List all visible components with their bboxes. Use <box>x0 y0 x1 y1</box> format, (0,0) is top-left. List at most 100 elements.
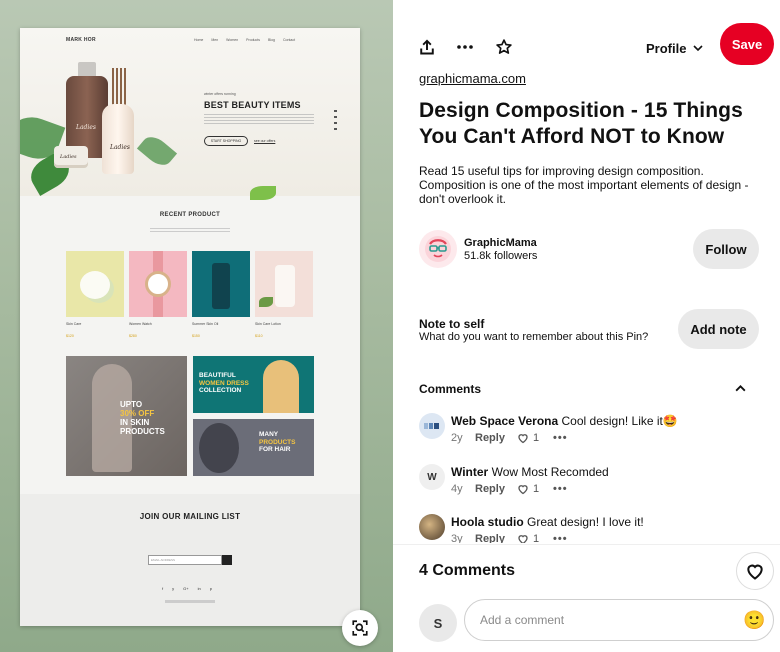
mailing-social: f y G+ in p <box>162 586 212 591</box>
like-count: 1 <box>533 533 540 543</box>
product-card <box>192 251 250 317</box>
commenter-avatar[interactable]: W <box>419 464 445 490</box>
add-note-button[interactable]: Add note <box>678 309 759 349</box>
like-count: 1 <box>533 483 540 495</box>
sale-tile: UPTO 30% OFF IN SKIN PRODUCTS <box>66 356 187 476</box>
comment-text-line: Web Space Verona Cool design! Like it🤩 <box>451 414 678 428</box>
comment-more-button[interactable]: ••• <box>553 533 568 543</box>
comments-list[interactable]: Web Space Verona Cool design! Like it🤩 2… <box>419 405 769 543</box>
brand-label: Ladies <box>110 144 130 151</box>
comment-text-line: Winter Wow Most Recomded <box>451 465 609 479</box>
glasses-avatar-icon <box>425 236 451 262</box>
like-button[interactable]: 1 <box>517 533 553 543</box>
more-options-button[interactable] <box>453 35 477 59</box>
comment-meta: 3y Reply 1 ••• <box>451 533 568 543</box>
author-avatar[interactable] <box>419 230 457 268</box>
product-price: $150 <box>192 334 200 338</box>
comment-text: Great design! I love it! <box>527 515 644 529</box>
product-name: Skin Care Lotion <box>255 322 281 326</box>
comment-author[interactable]: Web Space Verona <box>451 414 558 428</box>
leaf-decoration <box>136 131 178 171</box>
pin-description: Read 15 useful tips for improving design… <box>419 164 749 206</box>
mockup-nav-item: Products <box>246 38 260 42</box>
reply-button[interactable]: Reply <box>475 533 517 543</box>
comment-author[interactable]: Hoola studio <box>451 515 524 529</box>
emoji-button[interactable]: 🙂 <box>743 609 765 631</box>
comment-text: Cool design! Like it🤩 <box>561 414 678 428</box>
like-button[interactable]: 1 <box>517 483 553 495</box>
react-button[interactable] <box>736 552 774 590</box>
model-image <box>263 360 299 413</box>
reply-button[interactable]: Reply <box>475 483 517 495</box>
source-link[interactable]: graphicmama.com <box>419 71 526 86</box>
comment-time: 4y <box>451 483 463 495</box>
product-name: Summer Skin Oil <box>192 322 219 326</box>
author-name[interactable]: GraphicMama <box>464 237 537 249</box>
product-price: $110 <box>255 334 263 338</box>
comment-item: Hoola studio Great design! I love it! 3y… <box>419 506 769 543</box>
comments-collapse-button[interactable] <box>730 378 750 398</box>
comment-author[interactable]: Winter <box>451 465 488 479</box>
product-price: $280 <box>129 334 137 338</box>
product-name: Skin Care <box>66 322 82 326</box>
visual-search-icon <box>352 620 368 636</box>
comment-input-wrapper: 🙂 <box>464 599 774 641</box>
diffuser-sticks <box>112 68 126 108</box>
comments-heading: Comments <box>419 382 482 396</box>
brand-label: Ladies <box>76 124 96 131</box>
product-card <box>129 251 187 317</box>
comment-item: W Winter Wow Most Recomded 4y Reply 1 ••… <box>419 456 769 502</box>
comment-item: Web Space Verona Cool design! Like it🤩 2… <box>419 405 769 451</box>
follow-button[interactable]: Follow <box>693 229 759 269</box>
favorite-button[interactable] <box>492 35 516 59</box>
comment-input[interactable] <box>466 601 736 639</box>
note-title: Note to self <box>419 317 485 331</box>
heart-icon <box>518 535 528 543</box>
hair-tile-text: MANY PRODUCTS FOR HAIR <box>259 431 296 453</box>
visual-search-button[interactable] <box>342 610 378 646</box>
mailing-submit <box>222 555 232 565</box>
comment-time: 3y <box>451 533 463 543</box>
note-subtitle: What do you want to remember about this … <box>419 331 649 343</box>
profile-dropdown[interactable]: Profile <box>646 38 704 58</box>
linkedin-icon: in <box>197 586 201 591</box>
product-card <box>66 251 124 317</box>
leaf-decoration <box>250 186 276 200</box>
comment-more-button[interactable]: ••• <box>553 432 568 444</box>
mockup-nav-item: Men <box>211 38 219 42</box>
product-price: $120 <box>66 334 74 338</box>
hero-link: see our offers <box>254 139 276 143</box>
comment-text-line: Hoola studio Great design! I love it! <box>451 515 644 529</box>
footer-divider <box>393 544 780 545</box>
women-tile-text: BEAUTIFUL WOMEN DRESS COLLECTION <box>199 372 249 394</box>
twitter-icon: y <box>172 586 175 591</box>
star-icon <box>496 39 512 54</box>
comment-count: 4 Comments <box>419 562 516 579</box>
bottle-image <box>275 265 295 307</box>
heart-icon <box>518 485 528 495</box>
website-mockup: Ladies Ladies Ladies MARK HOR Home Men W… <box>20 28 360 626</box>
pin-image[interactable]: Ladies Ladies Ladies MARK HOR Home Men W… <box>0 0 393 652</box>
more-icon <box>457 45 473 49</box>
current-user-avatar[interactable]: S <box>419 604 457 642</box>
commenter-avatar[interactable] <box>419 514 445 540</box>
mockup-nav-item: Women <box>226 38 239 42</box>
comment-more-button[interactable]: ••• <box>553 483 568 495</box>
reply-button[interactable]: Reply <box>475 432 517 444</box>
hair-tile: MANY PRODUCTS FOR HAIR <box>193 419 314 476</box>
comment-text: Wow Most Recomded <box>491 465 609 479</box>
author-followers: 51.8k followers <box>464 250 538 262</box>
heart-icon <box>747 564 763 580</box>
heart-icon <box>518 434 528 444</box>
save-button[interactable]: Save <box>720 23 774 65</box>
hero-kicker: winter offers running <box>204 92 236 96</box>
google-plus-icon: G+ <box>183 586 189 591</box>
comment-meta: 4y Reply 1 ••• <box>451 483 568 495</box>
like-button[interactable]: 1 <box>517 432 553 444</box>
mockup-logo: MARK HOR <box>66 37 96 43</box>
profile-label: Profile <box>646 40 687 56</box>
flower-image <box>80 271 110 299</box>
commenter-avatar[interactable] <box>419 413 445 439</box>
share-button[interactable] <box>415 35 439 59</box>
facebook-icon: f <box>162 586 164 591</box>
